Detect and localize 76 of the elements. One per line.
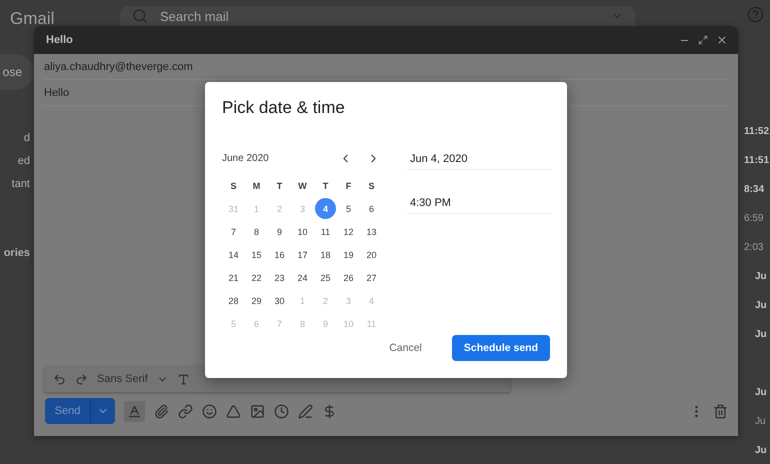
calendar-day[interactable]: 20 bbox=[361, 244, 382, 265]
message-time: 6:59 bbox=[743, 212, 764, 226]
calendar-day[interactable]: 26 bbox=[338, 267, 359, 288]
cancel-button[interactable]: Cancel bbox=[377, 335, 434, 361]
message-time: Ju bbox=[754, 299, 768, 313]
calendar-day[interactable]: 29 bbox=[246, 290, 267, 311]
message-time: Ju bbox=[754, 328, 768, 342]
calendar-day[interactable]: 12 bbox=[338, 221, 359, 242]
text-color-icon[interactable] bbox=[124, 400, 145, 422]
dollar-icon[interactable] bbox=[322, 404, 337, 418]
message-time: 11:51 bbox=[743, 154, 770, 168]
sidebar-item[interactable]: tant bbox=[0, 172, 34, 195]
link-icon[interactable] bbox=[178, 404, 193, 418]
redo-icon[interactable] bbox=[75, 372, 88, 386]
calendar-day[interactable]: 19 bbox=[338, 244, 359, 265]
weekday-label: F bbox=[344, 180, 352, 192]
calendar-day[interactable]: 7 bbox=[223, 221, 244, 242]
month-label: June 2020 bbox=[222, 152, 270, 164]
app-logo: Gmail bbox=[10, 10, 56, 28]
message-time: Ju bbox=[754, 270, 768, 284]
calendar-day[interactable]: 11 bbox=[315, 221, 336, 242]
message-time: 8:34 bbox=[743, 183, 766, 197]
clock-icon[interactable] bbox=[274, 404, 289, 418]
weekday-label: T bbox=[276, 180, 284, 192]
recipient-field[interactable]: aliya.chaudhry@theverge.com bbox=[44, 54, 728, 80]
compose-button[interactable]: ose bbox=[0, 54, 34, 90]
time-field[interactable]: 4:30 PM bbox=[406, 192, 552, 214]
calendar-day[interactable]: 28 bbox=[223, 290, 244, 311]
calendar-day[interactable]: 14 bbox=[223, 244, 244, 265]
trash-icon[interactable] bbox=[713, 404, 728, 418]
image-icon[interactable] bbox=[250, 404, 265, 418]
calendar-day[interactable]: 15 bbox=[246, 244, 267, 265]
weekday-label: T bbox=[322, 180, 330, 192]
calendar-day[interactable]: 6 bbox=[361, 198, 382, 219]
calendar-day[interactable]: 21 bbox=[223, 267, 244, 288]
calendar-day[interactable]: 5 bbox=[338, 198, 359, 219]
paperclip-icon[interactable] bbox=[154, 404, 169, 418]
search-icon bbox=[132, 8, 148, 24]
message-time: 2:03 bbox=[743, 241, 764, 255]
message-time: Ju bbox=[754, 415, 767, 429]
calendar-day[interactable]: 24 bbox=[292, 267, 313, 288]
weekday-label: W bbox=[297, 180, 308, 192]
message-time: 11:52 bbox=[743, 125, 770, 139]
calendar-day[interactable]: 17 bbox=[292, 244, 313, 265]
schedule-send-button[interactable]: Schedule send bbox=[452, 335, 550, 361]
pen-icon[interactable] bbox=[298, 404, 313, 418]
message-time: Ju bbox=[754, 386, 768, 400]
sidebar-item[interactable]: d bbox=[0, 126, 34, 149]
calendar-day[interactable]: 8 bbox=[246, 221, 267, 242]
calendar-day[interactable]: 27 bbox=[361, 267, 382, 288]
calendar-day[interactable]: 18 bbox=[315, 244, 336, 265]
weekday-label: S bbox=[367, 180, 376, 192]
triangle-icon[interactable] bbox=[226, 404, 241, 418]
compose-title: Hello bbox=[46, 34, 74, 46]
calendar-day[interactable]: 13 bbox=[361, 221, 382, 242]
calendar-day[interactable]: 16 bbox=[269, 244, 290, 265]
weekday-label: S bbox=[229, 180, 238, 192]
calendar-day[interactable]: 22 bbox=[246, 267, 267, 288]
calendar-day[interactable]: 4 bbox=[315, 198, 336, 219]
sidebar-item[interactable]: ories bbox=[0, 241, 34, 264]
dialog-title: Pick date & time bbox=[222, 98, 346, 119]
calendar-day[interactable]: 30 bbox=[269, 290, 290, 311]
message-time: Ju bbox=[754, 444, 768, 458]
sidebar-item[interactable]: ed bbox=[0, 149, 34, 172]
search-field[interactable]: Search mail bbox=[120, 6, 635, 26]
undo-icon[interactable] bbox=[53, 372, 66, 386]
weekday-label: M bbox=[252, 180, 262, 192]
smiley-icon[interactable] bbox=[202, 404, 217, 418]
close-icon[interactable] bbox=[716, 34, 728, 46]
calendar-day[interactable]: 9 bbox=[269, 221, 290, 242]
calendar-day[interactable]: 10 bbox=[292, 221, 313, 242]
date-field[interactable]: Jun 4, 2020 bbox=[406, 148, 552, 170]
calendar-day[interactable]: 23 bbox=[269, 267, 290, 288]
expand-icon[interactable] bbox=[698, 35, 708, 45]
text-size-icon[interactable] bbox=[176, 372, 190, 386]
calendar-day[interactable]: 25 bbox=[315, 267, 336, 288]
